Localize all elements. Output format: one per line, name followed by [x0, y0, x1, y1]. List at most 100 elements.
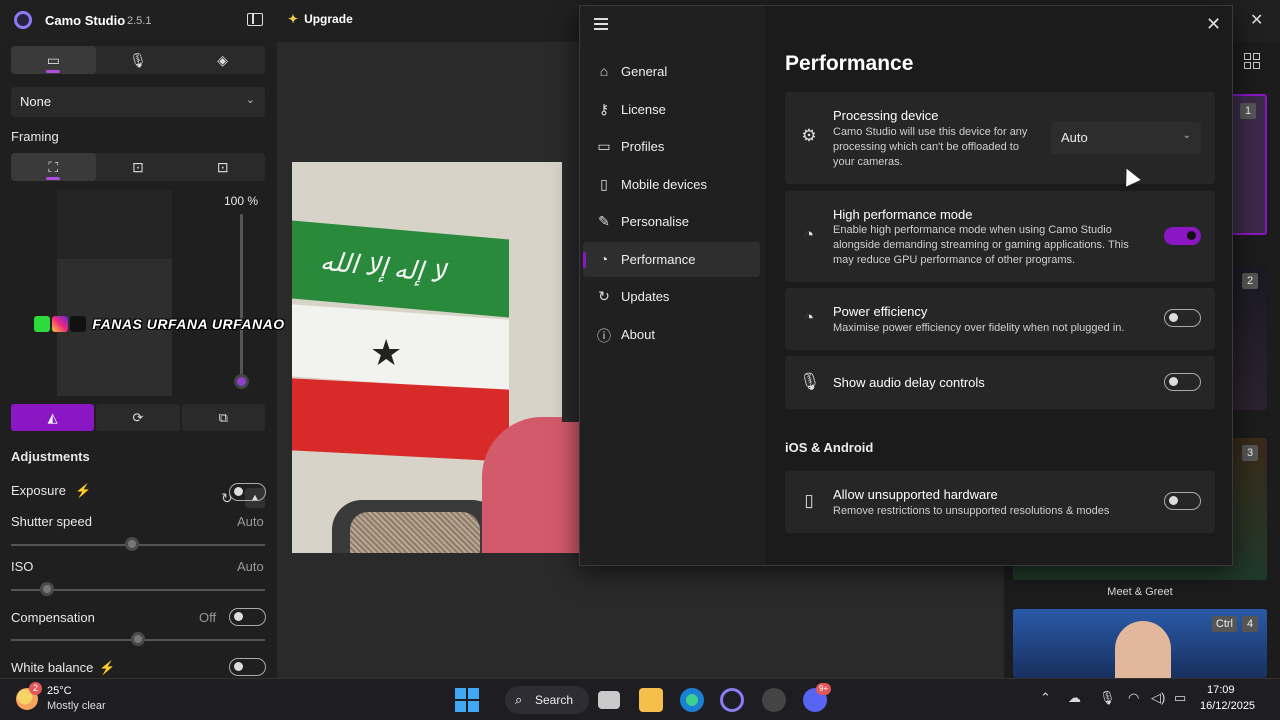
camera-preview: لا إله إلا الله ★	[292, 162, 582, 553]
mirror-icon[interactable]: ◭	[11, 404, 95, 431]
home-icon: ⌂	[599, 63, 609, 79]
app-version: 2.5.1	[127, 15, 152, 27]
nav-label: Profiles	[621, 139, 665, 154]
source-dropdown-value: None	[20, 94, 52, 109]
sidebar-toggle-icon[interactable]	[247, 13, 263, 26]
snapshot-icon[interactable]: ⧉	[181, 404, 265, 431]
phone-warning-icon: ▯	[804, 491, 814, 510]
monitor-icon: ▭	[597, 138, 611, 154]
nav-about[interactable]: ⓘ About	[583, 317, 760, 352]
scene-number: 4	[1242, 616, 1258, 632]
iso-value: Auto	[237, 559, 264, 574]
audio-delay-toggle[interactable]	[1164, 373, 1201, 391]
watermark-text: FANAS URFANA URFANAO	[92, 316, 285, 332]
nav-updates[interactable]: ↻ Updates	[583, 279, 760, 314]
grid-view-icon[interactable]	[1244, 53, 1260, 69]
framing-face-icon[interactable]: ⊡	[96, 153, 181, 181]
app-icon[interactable]	[762, 688, 786, 712]
flag-red-band	[292, 378, 509, 462]
tray-chevron-icon[interactable]: ⌃	[1040, 690, 1051, 706]
edge-browser-icon[interactable]	[680, 688, 704, 712]
watermark: FANAS URFANA URFANAO	[34, 316, 285, 332]
camo-app-icon[interactable]	[720, 688, 744, 712]
task-view-icon[interactable]	[598, 691, 620, 709]
lightning-icon: ⚡	[99, 660, 116, 675]
volume-icon[interactable]: ◁)	[1151, 690, 1165, 706]
framing-auto-icon[interactable]: ⊡	[180, 153, 265, 181]
power-efficiency-card: ◔ Power efficiency Maximise power effici…	[785, 288, 1215, 350]
zoom-slider-track[interactable]	[240, 214, 243, 382]
compensation-slider-thumb[interactable]	[131, 632, 145, 646]
iso-slider-thumb[interactable]	[40, 582, 54, 596]
search-icon: ⌕	[515, 692, 523, 707]
white-balance-toggle[interactable]	[229, 658, 266, 676]
dialog-close-icon[interactable]: ✕	[1206, 14, 1221, 35]
weather-temp: 25°C	[47, 685, 72, 697]
nav-mobile-devices[interactable]: ▯ Mobile devices	[583, 167, 760, 202]
video-tab-icon[interactable]: ▭	[11, 46, 96, 74]
cloud-icon[interactable]: ☁	[1068, 690, 1081, 706]
source-tabs: ▭ 🎙 ◈	[11, 46, 265, 74]
taskbar: 2 25°C Mostly clear ⌕ Search 9+ ⌃ ☁ 🎙 ◠ …	[0, 678, 1280, 720]
chevron-down-icon: ⌄	[1182, 130, 1191, 141]
nav-general[interactable]: ⌂ General	[583, 54, 760, 89]
menu-icon[interactable]	[594, 18, 608, 33]
compensation-toggle[interactable]	[229, 608, 266, 626]
scene-caption: Meet & Greet	[1107, 586, 1173, 598]
upgrade-button[interactable]: ✦ Upgrade	[288, 12, 353, 26]
person-face	[1115, 621, 1171, 678]
unsupported-title: Allow unsupported hardware	[833, 487, 998, 502]
audio-delay-title: Show audio delay controls	[833, 375, 985, 390]
zoom-slider-thumb[interactable]	[234, 374, 249, 389]
settings-nav: ⌂ General ⚷ License ▭ Profiles ▯ Mobile devi…	[580, 6, 765, 565]
chair-mesh	[350, 512, 480, 553]
battery-icon[interactable]: ▭	[1174, 690, 1186, 706]
file-explorer-icon[interactable]	[639, 688, 663, 712]
taskbar-search[interactable]: ⌕ Search	[505, 686, 589, 714]
processing-device-select[interactable]: Auto ⌄	[1051, 122, 1201, 154]
shutter-label: Shutter speed	[11, 514, 92, 529]
windows-start-icon[interactable]	[455, 688, 479, 712]
processing-device-value: Auto	[1061, 130, 1088, 145]
layers-tab-icon[interactable]: ◈	[180, 46, 265, 74]
wifi-icon[interactable]: ◠	[1128, 690, 1139, 706]
nav-profiles[interactable]: ▭ Profiles	[583, 129, 760, 164]
scene-number: 2	[1242, 273, 1258, 289]
processing-desc: Camo Studio will use this device for any…	[833, 126, 1028, 168]
unsupported-desc: Remove restrictions to unsupported resol…	[833, 505, 1110, 517]
tiktok-logo-icon	[70, 316, 86, 332]
scene-number: 1	[1240, 103, 1256, 119]
power-efficiency-toggle[interactable]	[1164, 309, 1201, 327]
window-close-icon[interactable]: ✕	[1250, 10, 1263, 30]
gauge-icon: ◔	[599, 251, 609, 267]
shutter-slider-thumb[interactable]	[125, 537, 139, 551]
clock-date[interactable]: 16/12/2025	[1200, 700, 1255, 712]
clock-time[interactable]: 17:09	[1207, 684, 1235, 696]
framing-manual-icon[interactable]: ⛶	[11, 153, 96, 181]
microphone-tab-icon[interactable]: 🎙	[96, 46, 181, 74]
rotate-icon[interactable]: ⟳	[96, 404, 180, 431]
search-label: Search	[535, 693, 574, 707]
white-balance-label: White balance	[11, 660, 94, 675]
scene-number: 3	[1242, 445, 1258, 461]
compensation-value: Off	[199, 610, 217, 625]
zoom-value: 100 %	[224, 194, 259, 208]
unsupported-hardware-toggle[interactable]	[1164, 492, 1201, 510]
exposure-toggle[interactable]	[229, 483, 266, 501]
key-icon: ⚷	[598, 101, 610, 117]
high-performance-toggle[interactable]	[1164, 227, 1201, 245]
app-name: Camo Studio	[45, 13, 126, 28]
microphone-icon: 🎙	[799, 372, 821, 391]
gauge-icon: ◔	[803, 308, 815, 327]
person-shoulder	[482, 417, 582, 553]
microphone-icon[interactable]: 🎙	[1099, 690, 1116, 706]
scene-thumbnail-4[interactable]: Ctrl 4	[1013, 609, 1267, 678]
nav-label: About	[621, 327, 655, 342]
high-perf-title: High performance mode	[833, 207, 973, 222]
nav-personalise[interactable]: ✎ Personalise	[583, 204, 760, 239]
nav-performance[interactable]: ◔ Performance	[583, 242, 760, 277]
nav-license[interactable]: ⚷ License	[583, 92, 760, 127]
high-performance-card: ◔ High performance mode Enable high perf…	[785, 191, 1215, 282]
source-dropdown[interactable]: None ⌄	[11, 87, 265, 117]
info-icon: ⓘ	[597, 328, 611, 344]
